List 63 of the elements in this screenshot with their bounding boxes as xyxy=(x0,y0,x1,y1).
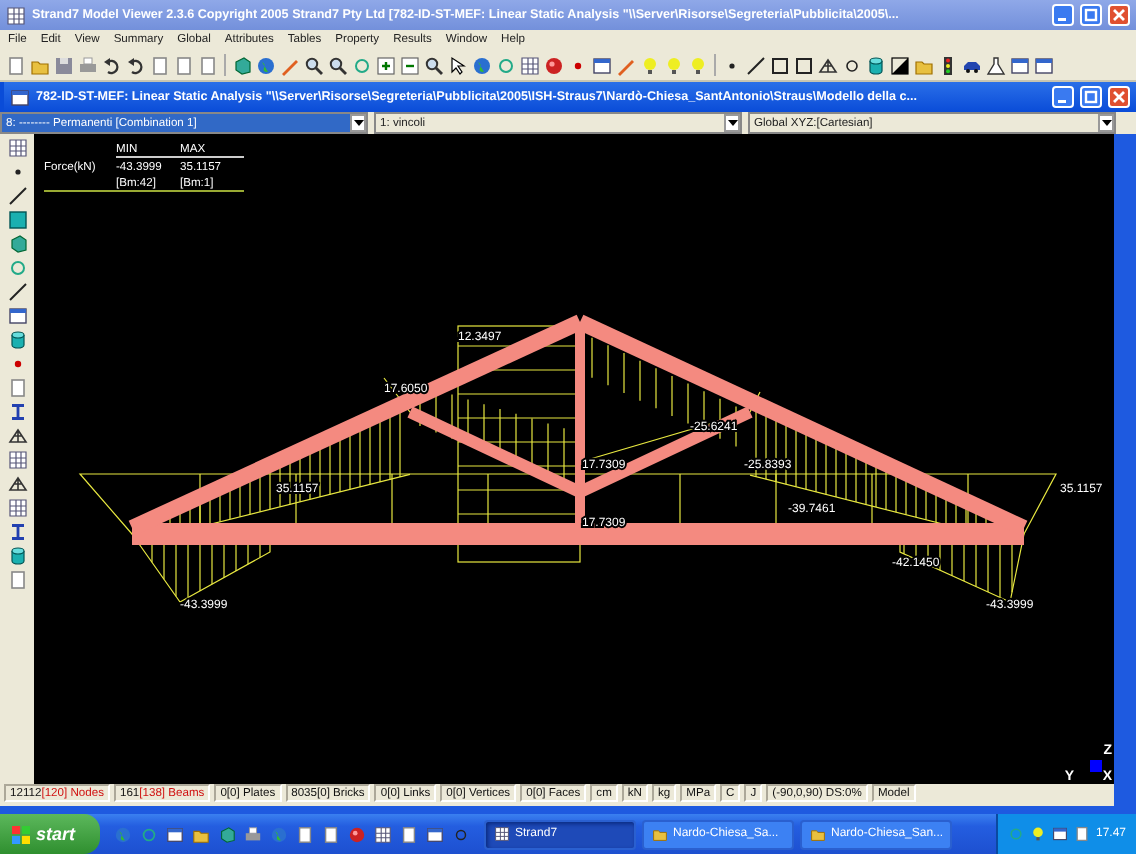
cube-icon[interactable] xyxy=(217,825,236,843)
window-icon[interactable] xyxy=(165,825,184,843)
window-icon[interactable] xyxy=(1010,55,1030,75)
shade-icon[interactable] xyxy=(890,55,910,75)
ball-icon[interactable] xyxy=(347,825,366,843)
minus-icon[interactable] xyxy=(400,55,420,75)
circle-icon[interactable] xyxy=(842,55,862,75)
cylinder-icon[interactable] xyxy=(866,55,886,75)
bulb-icon[interactable] xyxy=(1029,826,1046,842)
window-icon[interactable] xyxy=(7,306,27,326)
folder-icon[interactable] xyxy=(191,825,210,843)
page-icon[interactable] xyxy=(399,825,418,843)
pencil-icon[interactable] xyxy=(616,55,636,75)
page-icon[interactable] xyxy=(6,55,26,75)
truss-icon[interactable] xyxy=(7,426,27,446)
truss-icon[interactable] xyxy=(818,55,838,75)
beam-icon[interactable] xyxy=(7,522,27,542)
grid-icon[interactable] xyxy=(7,138,27,158)
pointer-icon[interactable] xyxy=(448,55,468,75)
cube-icon[interactable] xyxy=(232,55,252,75)
printer-icon[interactable] xyxy=(243,825,262,843)
magnifier-icon[interactable] xyxy=(424,55,444,75)
grid-icon[interactable] xyxy=(373,825,392,843)
traffic-light-icon[interactable] xyxy=(938,55,958,75)
truss-drawing[interactable] xyxy=(128,314,1028,545)
cylinder-icon[interactable] xyxy=(7,546,27,566)
magnifier-icon[interactable] xyxy=(328,55,348,75)
bulb-icon[interactable] xyxy=(640,55,660,75)
bulb-icon[interactable] xyxy=(664,55,684,75)
square-icon[interactable] xyxy=(770,55,790,75)
flask-icon[interactable] xyxy=(986,55,1006,75)
line-icon[interactable] xyxy=(7,186,27,206)
window-icon[interactable] xyxy=(592,55,612,75)
magnifier-icon[interactable] xyxy=(304,55,324,75)
window-icon[interactable] xyxy=(1034,55,1054,75)
flag-icon[interactable] xyxy=(12,825,30,843)
window-icon[interactable] xyxy=(425,825,444,843)
grid-icon[interactable] xyxy=(7,498,27,518)
grid-icon[interactable] xyxy=(7,450,27,470)
window-icon[interactable] xyxy=(10,87,30,107)
line-icon[interactable] xyxy=(746,55,766,75)
grid-icon[interactable] xyxy=(6,5,26,25)
caret-icon[interactable] xyxy=(1101,120,1111,126)
origin-square-icon xyxy=(1090,760,1102,772)
page-icon[interactable] xyxy=(7,570,27,590)
grid-icon[interactable] xyxy=(493,826,510,842)
cylinder-icon[interactable] xyxy=(7,330,27,350)
grid-icon[interactable] xyxy=(520,55,540,75)
bulb-icon[interactable] xyxy=(688,55,708,75)
globe-icon[interactable] xyxy=(256,55,276,75)
caret-icon[interactable] xyxy=(727,120,737,126)
filled-square-icon[interactable] xyxy=(7,210,27,230)
ball-icon[interactable] xyxy=(544,55,564,75)
globe-icon[interactable] xyxy=(472,55,492,75)
caret-icon[interactable] xyxy=(353,120,363,126)
truss-icon[interactable] xyxy=(7,474,27,494)
plus-icon[interactable] xyxy=(376,55,396,75)
square-icon[interactable] xyxy=(794,55,814,75)
page-icon[interactable] xyxy=(1073,826,1090,842)
window-icon[interactable] xyxy=(1051,826,1068,842)
line-icon[interactable] xyxy=(7,282,27,302)
cube-icon[interactable] xyxy=(7,234,27,254)
beam-icon[interactable] xyxy=(7,402,27,422)
